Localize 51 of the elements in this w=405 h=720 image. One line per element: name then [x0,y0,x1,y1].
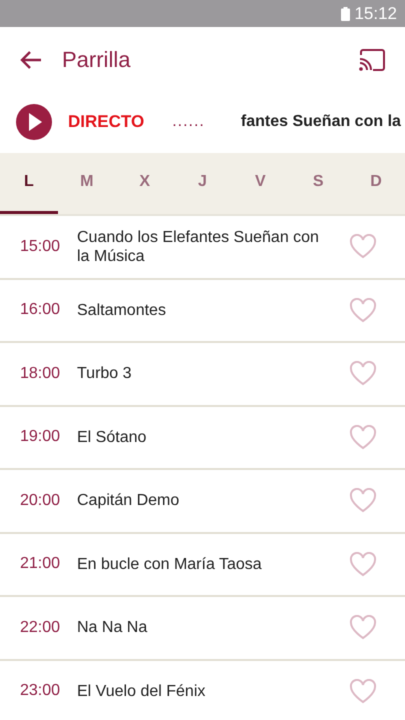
play-button[interactable] [16,104,52,140]
program-time: 15:00 [20,238,62,256]
program-time: 18:00 [20,364,62,383]
day-tab[interactable]: J [174,153,232,214]
clock: 15:12 [354,4,397,24]
program-title: Turbo 3 [77,364,133,384]
program-title: En bucle con María Taosa [77,554,263,574]
day-tab[interactable]: D [347,153,405,214]
favorite-button[interactable] [349,234,377,260]
program-title: El Sótano [77,428,148,447]
heart-icon [349,678,377,704]
favorite-button[interactable] [349,488,377,514]
program-time: 16:00 [20,301,62,320]
program-time: 23:00 [20,682,62,700]
favorite-button[interactable] [349,615,377,640]
ellipsis: ...... [172,113,205,131]
program-title: Cuando los Elefantes Sueñan con la Música [77,228,320,266]
now-playing-title: fantes Sueñan con la [240,113,401,131]
program-time: 20:00 [20,492,62,510]
live-label: DIRECTO [68,112,144,132]
program-title: Capitán Demo [77,491,180,510]
heart-icon [349,488,377,514]
cast-icon [359,49,385,71]
program-title: Na Na Na [77,618,148,638]
heart-icon [349,424,377,450]
screen-title: Parrilla [62,47,132,73]
favorite-button[interactable] [349,678,377,704]
day-tab[interactable]: V [231,153,290,214]
favorite-button[interactable] [349,552,377,577]
back-button[interactable] [20,51,42,69]
heart-icon [349,234,377,260]
heart-icon [349,615,377,640]
heart-icon [349,361,377,386]
back-arrow-icon [20,51,42,69]
day-tab[interactable]: X [116,153,174,214]
favorite-button[interactable] [349,298,377,323]
play-icon [16,104,52,140]
day-tab[interactable]: S [289,153,348,214]
day-tab[interactable]: L [0,153,58,214]
battery-icon [341,6,350,20]
favorite-button[interactable] [349,424,377,450]
cast-button[interactable] [359,49,385,71]
heart-icon [349,552,377,577]
program-title: Saltamontes [77,300,167,320]
favorite-button[interactable] [349,361,377,386]
program-title: El Vuelo del Fénix [77,682,206,701]
heart-icon [349,298,377,323]
program-time: 19:00 [20,428,62,446]
day-tab[interactable]: M [58,153,116,214]
program-time: 21:00 [20,555,62,574]
program-time: 22:00 [20,618,62,637]
